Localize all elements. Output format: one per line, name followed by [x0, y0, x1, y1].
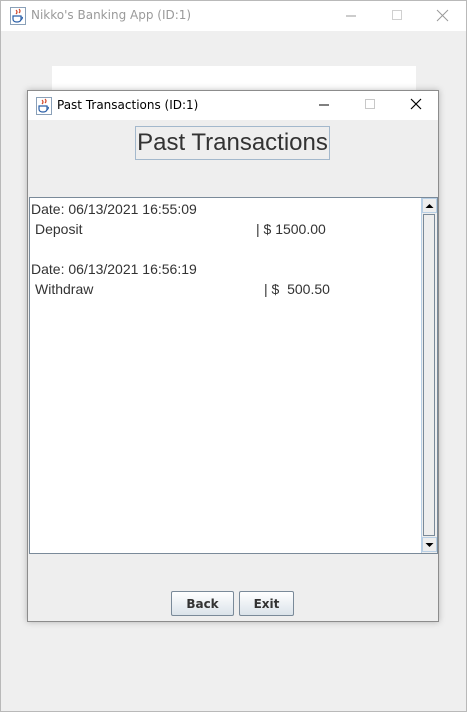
scrollbar-thumb[interactable]	[423, 214, 435, 536]
transaction-date: Date: 06/13/2021 16:56:19	[31, 261, 197, 277]
dialog-titlebar[interactable]: Past Transactions (ID:1)	[28, 91, 438, 120]
heading-label-box: Past Transactions	[135, 126, 330, 160]
main-window-title: Nikko's Banking App (ID:1)	[31, 8, 192, 22]
close-icon	[410, 98, 422, 110]
transaction-amount: | $ 500.50	[264, 281, 330, 297]
minimize-icon	[319, 104, 329, 106]
transactions-text-area[interactable]: Date: 06/13/2021 16:55:09 Deposit | $ 15…	[29, 197, 438, 554]
transaction-amount: | $ 1500.00	[256, 221, 326, 237]
scroll-up-button[interactable]	[422, 198, 437, 213]
main-close-button[interactable]	[420, 1, 466, 31]
transaction-date: Date: 06/13/2021 16:55:09	[31, 201, 197, 217]
vertical-scrollbar[interactable]	[421, 198, 437, 553]
maximize-icon	[365, 99, 375, 109]
java-app-icon	[10, 7, 26, 29]
minimize-icon	[346, 15, 356, 17]
scroll-down-button[interactable]	[422, 537, 437, 552]
back-button[interactable]: Back	[171, 591, 234, 616]
arrow-up-icon	[425, 203, 434, 208]
main-titlebar[interactable]: Nikko's Banking App (ID:1)	[1, 1, 466, 31]
transaction-type: Deposit	[35, 221, 83, 237]
java-app-icon	[36, 97, 52, 119]
dialog-maximize-button[interactable]	[347, 91, 393, 121]
dialog-close-button[interactable]	[393, 91, 439, 121]
close-icon	[436, 9, 449, 22]
dialog-minimize-button[interactable]	[301, 91, 347, 121]
maximize-icon	[392, 10, 402, 20]
main-minimize-button[interactable]	[328, 1, 374, 31]
main-maximize-button[interactable]	[374, 1, 420, 31]
arrow-down-icon	[425, 542, 434, 547]
transaction-type: Withdraw	[35, 281, 94, 297]
exit-button[interactable]: Exit	[239, 591, 294, 616]
past-transactions-dialog: Past Transactions (ID:1) Past Transactio…	[27, 90, 439, 622]
transactions-list: Date: 06/13/2021 16:55:09 Deposit | $ 15…	[30, 198, 420, 553]
dialog-title: Past Transactions (ID:1)	[57, 98, 199, 112]
page-title: Past Transactions	[137, 129, 328, 156]
